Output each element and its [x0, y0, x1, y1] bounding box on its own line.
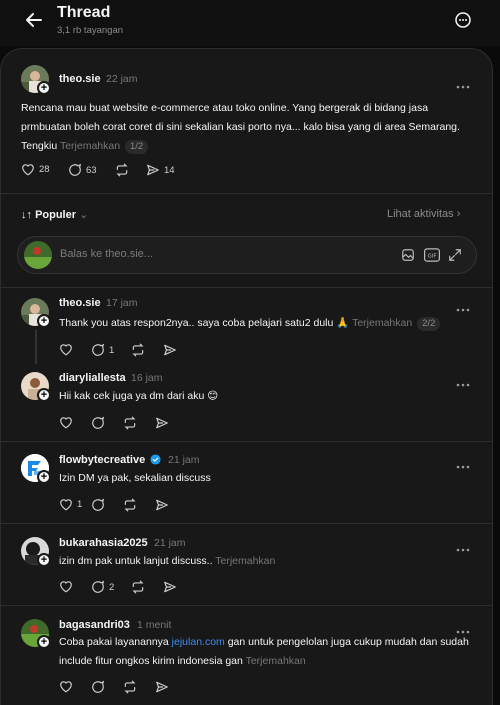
share-button[interactable] — [163, 580, 177, 594]
comment-button[interactable] — [91, 498, 105, 512]
share-button[interactable] — [155, 680, 169, 694]
share-button[interactable] — [163, 343, 177, 357]
translate-link[interactable]: Terjemahkan — [60, 140, 120, 152]
share-button[interactable] — [155, 416, 169, 430]
comment-count: 63 — [86, 164, 97, 176]
like-count: 28 — [39, 164, 50, 175]
page-title: Thread — [57, 4, 111, 21]
like-button[interactable]: 28 — [21, 163, 50, 176]
thread-line — [35, 330, 37, 364]
post-time: 22 jam — [106, 73, 138, 85]
comment-count: 1 — [109, 344, 115, 356]
like-button[interactable] — [59, 680, 73, 693]
comment-count: 2 — [109, 581, 115, 593]
reply-more-icon[interactable] — [455, 300, 471, 312]
username-text: flowbytecreative — [59, 454, 146, 466]
repost-button[interactable] — [123, 416, 137, 430]
translate-link[interactable]: Terjemahkan — [246, 655, 306, 667]
post-more-icon[interactable] — [455, 77, 471, 89]
reply-time: 21 jam — [168, 454, 200, 466]
translate-link[interactable]: Terjemahkan — [352, 317, 412, 329]
reply-text: izin dm pak untuk lanjut discuss.. Terje… — [59, 552, 479, 571]
gif-icon[interactable]: GIF — [424, 248, 440, 267]
share-button[interactable] — [155, 498, 169, 512]
back-arrow-icon[interactable] — [22, 8, 46, 32]
repost-button[interactable] — [123, 680, 137, 694]
follow-plus-icon[interactable]: + — [37, 314, 51, 328]
reply-time: 17 jam — [106, 297, 138, 309]
reply-username[interactable]: bukarahasia2025 — [59, 537, 148, 549]
divider — [1, 523, 492, 524]
like-button[interactable] — [59, 416, 73, 429]
divider — [1, 441, 492, 442]
reply-more-icon[interactable] — [455, 622, 471, 634]
expand-icon[interactable] — [448, 248, 462, 267]
repost-button[interactable] — [115, 163, 129, 177]
reply-text: Hii kak cek juga ya dm dari aku 😊 — [59, 390, 219, 402]
external-link[interactable]: jejulan.com — [172, 636, 225, 648]
reply-time: 21 jam — [154, 537, 186, 549]
reply-username[interactable]: flowbytecreative — [59, 454, 161, 468]
like-count: 1 — [77, 499, 83, 510]
sort-icon: ↓↑ — [21, 209, 36, 221]
chevron-right-icon: › — [453, 208, 461, 220]
sort-label: Populer — [35, 209, 77, 221]
reply-more-icon[interactable] — [455, 457, 471, 469]
my-avatar — [24, 241, 52, 269]
follow-plus-icon[interactable]: + — [37, 81, 51, 95]
reply-input[interactable]: Balas ke theo.sie... GIF — [17, 236, 477, 274]
divider — [1, 287, 492, 288]
sort-dropdown[interactable]: ↓↑ Populer ⌄ — [21, 208, 88, 221]
reply-text: Coba pakai layanannya jejulan.com gan un… — [59, 633, 479, 671]
like-button[interactable]: 1 — [59, 498, 82, 511]
reply-more-icon[interactable] — [455, 375, 471, 387]
reply-body: Thank you atas respon2nya.. saya coba pe… — [59, 317, 350, 329]
more-options-icon[interactable] — [453, 10, 473, 30]
comment-button[interactable] — [91, 680, 105, 694]
repost-button[interactable] — [123, 498, 137, 512]
comment-button[interactable] — [91, 416, 105, 430]
divider — [1, 605, 492, 606]
reply-username[interactable]: bagasandri03 — [59, 619, 130, 631]
page-indicator: 1/2 — [124, 140, 149, 154]
reply-username[interactable]: diaryliallesta — [59, 372, 126, 384]
follow-plus-icon[interactable]: + — [37, 635, 51, 649]
view-activity-link[interactable]: Lihat aktivitas › — [387, 208, 460, 220]
share-button[interactable]: 14 — [146, 163, 175, 177]
activity-label: Lihat aktivitas — [387, 208, 454, 220]
reply-placeholder: Balas ke theo.sie... — [60, 248, 153, 260]
header: Thread 3,1 rb tayangan — [0, 0, 500, 46]
reply-body: izin dm pak untuk lanjut discuss.. — [59, 555, 213, 567]
reply-time: 1 menit — [137, 619, 172, 631]
post-text: Rencana mau buat website e-commerce atau… — [21, 99, 476, 156]
svg-text:GIF: GIF — [427, 253, 436, 259]
follow-plus-icon[interactable]: + — [37, 553, 51, 567]
share-count: 14 — [164, 164, 175, 176]
repost-button[interactable] — [131, 580, 145, 594]
divider — [1, 193, 492, 194]
reply-more-icon[interactable] — [455, 540, 471, 552]
comment-button[interactable]: 63 — [68, 163, 97, 177]
view-count: 3,1 rb tayangan — [57, 25, 124, 36]
page-indicator: 2/2 — [417, 317, 441, 331]
like-button[interactable] — [59, 343, 73, 356]
comment-button[interactable]: 2 — [91, 580, 114, 594]
image-icon[interactable] — [401, 248, 415, 267]
reply-text: Izin DM ya pak, sekalian discuss — [59, 472, 211, 484]
thread-panel: + theo.sie 22 jam Rencana mau buat websi… — [0, 48, 493, 705]
reply-time: 16 jam — [131, 372, 163, 384]
comment-button[interactable]: 1 — [91, 343, 114, 357]
chevron-down-icon: ⌄ — [76, 209, 89, 221]
follow-plus-icon[interactable]: + — [37, 470, 51, 484]
reply-text: Thank you atas respon2nya.. saya coba pe… — [59, 314, 479, 333]
repost-button[interactable] — [131, 343, 145, 357]
follow-plus-icon[interactable]: + — [37, 388, 51, 402]
like-button[interactable] — [59, 580, 73, 593]
translate-link[interactable]: Terjemahkan — [215, 555, 275, 567]
verified-badge-icon — [150, 454, 161, 468]
reply-body-start: Coba pakai layanannya — [59, 636, 172, 648]
post-username[interactable]: theo.sie — [59, 73, 101, 85]
reply-username[interactable]: theo.sie — [59, 297, 101, 309]
